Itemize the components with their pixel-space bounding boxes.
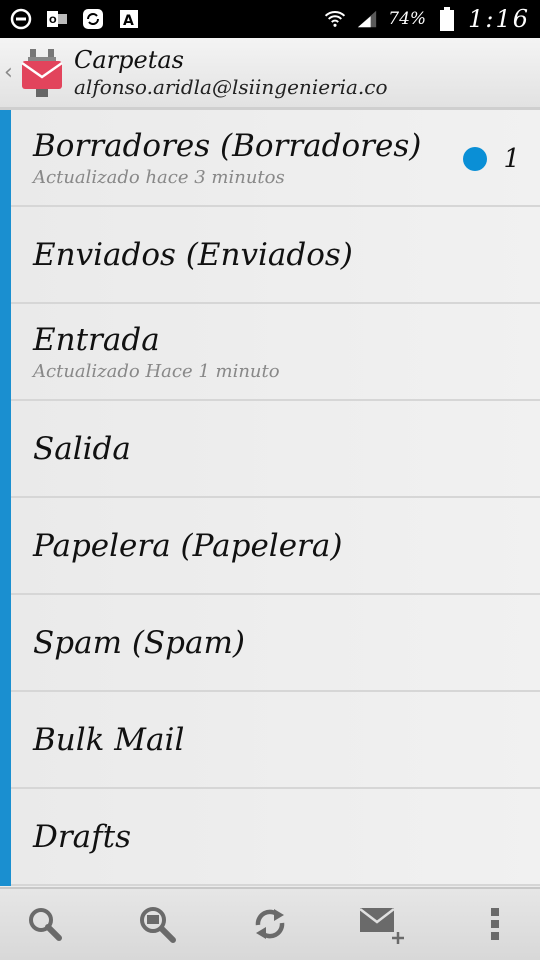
folder-item-enviados[interactable]: Enviados (Enviados)	[0, 207, 540, 304]
unread-count: 1	[503, 144, 520, 174]
compose-icon	[358, 904, 406, 948]
back-chevron-icon[interactable]: ‹	[4, 60, 20, 85]
search-icon	[27, 906, 63, 946]
status-bar-system: 74% 1:16	[324, 5, 530, 33]
svg-text:O: O	[49, 16, 57, 26]
folder-item-papelera[interactable]: Papelera (Papelera)	[0, 498, 540, 595]
overflow-menu-icon	[489, 907, 501, 945]
battery-icon	[436, 7, 458, 31]
outlook-icon: O	[46, 8, 68, 30]
font-app-icon: A	[118, 8, 140, 30]
search-button[interactable]	[10, 889, 80, 960]
unread-dot-icon	[463, 147, 488, 171]
unread-indicator: 1	[463, 144, 520, 174]
folder-name: Drafts	[33, 818, 131, 855]
folder-name: Salida	[33, 430, 131, 467]
folder-name: Bulk Mail	[33, 721, 185, 758]
folder-list: Borradores (Borradores) Actualizado hace…	[0, 110, 540, 887]
folder-name: Papelera (Papelera)	[33, 527, 343, 564]
folder-item-bulk-mail[interactable]: Bulk Mail	[0, 692, 540, 789]
refresh-button[interactable]	[235, 889, 305, 960]
overflow-menu-button[interactable]	[460, 889, 530, 960]
minus-circle-icon	[10, 8, 32, 30]
folder-item-borradores[interactable]: Borradores (Borradores) Actualizado hace…	[0, 110, 540, 207]
folder-status: Actualizado Hace 1 minuto	[33, 360, 280, 382]
folder-item-entrada[interactable]: Entrada Actualizado Hace 1 minuto	[0, 304, 540, 401]
folder-item-salida[interactable]: Salida	[0, 401, 540, 498]
folder-name: Entrada	[33, 321, 160, 358]
page-title: Carpetas	[74, 45, 184, 74]
action-bar: ‹ Carpetas alfonso.aridla@lsiingenieria.…	[0, 38, 540, 110]
k9-mail-icon[interactable]	[20, 45, 66, 101]
folder-name: Enviados (Enviados)	[33, 236, 353, 273]
action-bar-titles: Carpetas alfonso.aridla@lsiingenieria.co	[74, 46, 388, 100]
account-email: alfonso.aridla@lsiingenieria.co	[74, 74, 388, 99]
folder-name: Spam (Spam)	[33, 624, 245, 661]
battery-percent: 74%	[388, 9, 427, 29]
status-bar: O A 74% 1:16	[0, 0, 540, 38]
bottom-toolbar	[0, 887, 540, 960]
compose-button[interactable]	[347, 889, 417, 960]
folder-item-drafts[interactable]: Drafts	[0, 789, 540, 886]
svg-text:A: A	[123, 13, 134, 29]
search-messages-button[interactable]	[122, 889, 192, 960]
search-messages-icon	[137, 905, 177, 947]
sync-app-icon	[82, 8, 104, 30]
clock: 1:16	[468, 5, 530, 33]
refresh-icon	[252, 905, 288, 947]
signal-icon	[356, 8, 378, 30]
folder-item-spam[interactable]: Spam (Spam)	[0, 595, 540, 692]
wifi-icon	[324, 8, 346, 30]
status-bar-notifications: O A	[10, 8, 140, 30]
